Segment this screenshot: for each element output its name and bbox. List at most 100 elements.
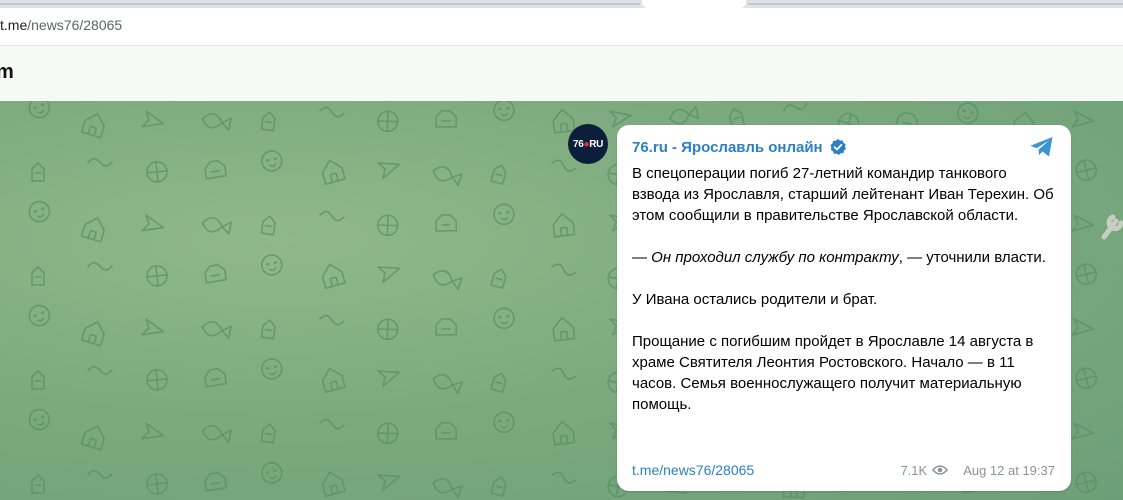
doodle-shape [956, 102, 979, 124]
doodle-shape [87, 261, 113, 271]
url-host: t.me [0, 17, 28, 33]
doodle-shape [432, 166, 463, 187]
doodle-shape [146, 161, 168, 183]
doodle-shape [141, 110, 165, 128]
doodle-shape [31, 474, 45, 494]
verified-check-icon [829, 138, 847, 156]
doodle-shape [141, 422, 165, 440]
address-bar[interactable]: t.me/news76/28065 [0, 8, 1123, 46]
avatar-text-number: 76 [572, 138, 584, 150]
doodle-shape [260, 462, 283, 484]
doodle-shape [551, 367, 577, 380]
doodle-shape [435, 317, 458, 336]
doodle-shape [321, 159, 346, 186]
doodle-shape [87, 365, 113, 375]
message-paragraph: В спецоперации погиб 27-летний командир … [632, 165, 1054, 224]
doodle-shape [668, 105, 700, 125]
doodle-shape [552, 316, 576, 342]
doodle-shape [1071, 110, 1094, 128]
channel-name-row[interactable]: 76.ru - Ярославль онлайн [632, 136, 1055, 158]
channel-avatar[interactable]: 76 ● RU [568, 124, 608, 164]
doodle-shape [493, 411, 515, 434]
message-paragraph: Прощание с погибшим пройдет в Ярославле … [632, 333, 1034, 413]
doodle-shape [435, 213, 458, 232]
doodle-shape [28, 408, 51, 431]
doodle-shape [490, 268, 507, 289]
doodle-shape [377, 162, 401, 180]
doodle-shape [377, 370, 401, 388]
doodle-shape [204, 160, 228, 180]
doodle-shape [31, 162, 45, 182]
doodle-shape [552, 420, 576, 446]
channel-name[interactable]: 76.ru - Ярославль онлайн [632, 139, 823, 156]
doodle-shape [141, 214, 165, 232]
doodle-shape [204, 368, 228, 388]
active-tab[interactable] [642, 0, 746, 8]
doodle-shape [1071, 422, 1094, 440]
doodle-shape [435, 109, 458, 128]
quote-dash: — [632, 249, 652, 266]
doodle-shape [1071, 214, 1094, 232]
doodle-shape [31, 266, 45, 286]
doodle-shape [260, 150, 283, 172]
doodle-shape [1075, 159, 1097, 182]
doodle-shape [490, 372, 507, 393]
doodle-shape [551, 263, 577, 276]
doodle-shape [1075, 263, 1097, 286]
doodle-shape [80, 321, 106, 347]
doodle-shape [87, 469, 113, 479]
doodle-shape [319, 106, 345, 118]
message-footer: t.me/news76/28065 7.1K Aug 12 at 19:37 [632, 461, 1055, 479]
doodle-shape [321, 471, 346, 498]
eye-icon [932, 465, 949, 475]
telegram-share-icon[interactable] [1029, 135, 1055, 159]
doodle-shape [80, 113, 106, 139]
url-path: /news76/28065 [27, 17, 123, 33]
doodle-shape [552, 212, 576, 238]
avatar-text-suffix: RU [589, 138, 604, 150]
view-count: 7.1K [900, 462, 928, 478]
doodle-shape [490, 476, 507, 497]
message-text: В спецоперации погиб 27-летний командир … [632, 163, 1055, 415]
quote-italic: Он проходил службу по контракту [651, 249, 899, 266]
doodle-shape [432, 478, 463, 499]
doodle-shape [80, 425, 106, 451]
doodle-shape [1075, 471, 1097, 494]
doodle-shape [432, 270, 463, 291]
url-text[interactable]: t.me/news76/28065 [0, 17, 122, 33]
doodle-shape [80, 217, 106, 243]
doodle-shape [377, 266, 401, 284]
doodle-shape [28, 200, 51, 223]
doodle-shape [493, 203, 515, 226]
doodle-shape [260, 423, 276, 444]
doodle-shape [201, 321, 232, 339]
header-title: m [0, 61, 14, 83]
browser-tab-strip [0, 0, 1123, 8]
doodle-shape [376, 318, 399, 341]
doodle-shape [260, 319, 276, 340]
message-bubble: 76.ru - Ярославль онлайн В спецоперации … [617, 125, 1071, 491]
doodle-shape [260, 254, 283, 276]
tab-divider [748, 3, 1123, 5]
doodle-shape [321, 367, 346, 394]
background-wrench-icon [1101, 214, 1123, 240]
doodle-shape [321, 263, 346, 290]
doodle-shape [376, 110, 399, 133]
doodle-shape [319, 418, 345, 430]
quote-rest: , — уточнили власти. [898, 249, 1046, 266]
doodle-shape [28, 304, 51, 327]
doodle-shape [201, 217, 232, 235]
doodle-shape [1071, 318, 1094, 336]
message-meta: 7.1K Aug 12 at 19:37 [900, 463, 1055, 478]
doodle-shape [87, 157, 113, 167]
doodle-shape [552, 108, 576, 134]
tab-divider [0, 3, 640, 5]
doodle-shape [31, 370, 45, 390]
doodle-shape [141, 318, 165, 336]
post-link[interactable]: t.me/news76/28065 [632, 462, 754, 478]
doodle-shape [377, 474, 401, 492]
doodle-shape [609, 110, 632, 128]
doodle-shape [1075, 367, 1097, 390]
message-date: Aug 12 at 19:37 [963, 462, 1055, 478]
doodle-shape [201, 113, 232, 131]
